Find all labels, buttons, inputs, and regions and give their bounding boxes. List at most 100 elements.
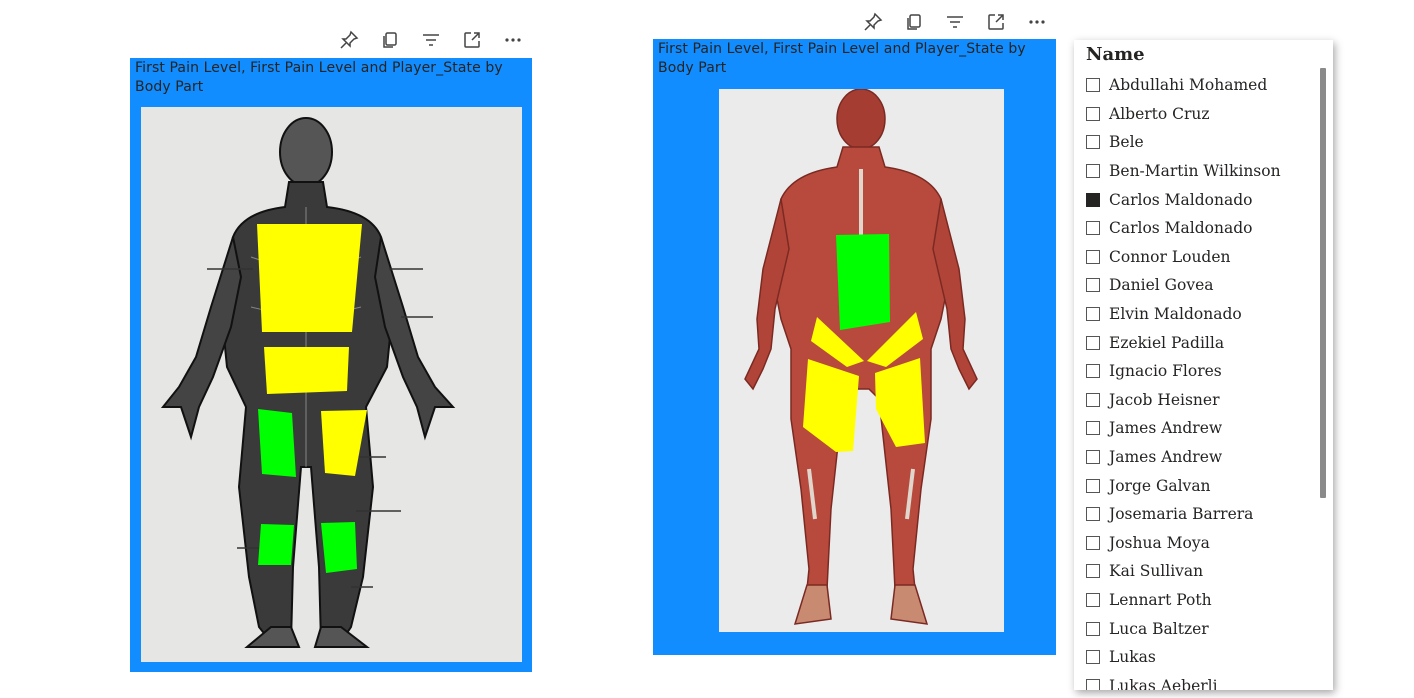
checkbox-checked[interactable] (1086, 192, 1100, 207)
slicer-item-label: Carlos Maldonado (1109, 219, 1253, 238)
slicer-item-label: Abdullahi Mohamed (1109, 76, 1268, 95)
slicer-item[interactable]: Josemaria Barrera (1086, 500, 1333, 529)
slicer-item-label: Lukas (1109, 648, 1156, 667)
checkbox[interactable] (1086, 278, 1100, 293)
copy-visual-button[interactable] (369, 26, 410, 54)
slicer-item-label: Carlos Maldonado (1109, 190, 1253, 209)
more-options-button[interactable] (1016, 8, 1057, 36)
checkbox[interactable] (1086, 678, 1100, 690)
checkbox[interactable] (1086, 364, 1100, 379)
focus-mode-icon (987, 14, 1004, 30)
filter-visual-button[interactable] (934, 8, 975, 36)
slicer-title: Name (1086, 44, 1145, 65)
body-back-image (141, 107, 522, 662)
checkbox[interactable] (1086, 564, 1100, 579)
slicer-item[interactable]: Carlos Maldonado (1086, 185, 1333, 214)
slicer-item-label: Lukas Aeberli (1109, 676, 1218, 690)
visual-title: First Pain Level, First Pain Level and P… (658, 41, 1026, 76)
name-slicer[interactable]: Name Abdullahi Mohamed Alberto Cruz Bele Be… (1074, 40, 1333, 690)
region-left-hamstring (258, 409, 296, 477)
slicer-item[interactable]: Ignacio Flores (1086, 357, 1333, 386)
slicer-item[interactable]: Daniel Govea (1086, 271, 1333, 300)
slicer-item[interactable]: Kai Sullivan (1086, 557, 1333, 586)
focus-mode-button[interactable] (975, 8, 1016, 36)
slicer-item[interactable]: Luca Baltzer (1086, 614, 1333, 643)
region-left-calf (258, 524, 294, 565)
filter-icon (946, 16, 963, 28)
checkbox[interactable] (1086, 78, 1100, 93)
slicer-item-label: Ignacio Flores (1109, 362, 1222, 381)
body-map-visual-back[interactable]: First Pain Level, First Pain Level and P… (130, 58, 532, 672)
slicer-item[interactable]: Ben-Martin Wilkinson (1086, 157, 1333, 186)
slicer-item[interactable]: Carlos Maldonado (1086, 214, 1333, 243)
pin-icon (863, 12, 882, 31)
slicer-item-label: Jorge Galvan (1109, 476, 1211, 495)
checkbox[interactable] (1086, 650, 1100, 665)
slicer-item[interactable]: Jorge Galvan (1086, 471, 1333, 500)
slicer-item[interactable]: Connor Louden (1086, 243, 1333, 272)
slicer-item[interactable]: Ezekiel Padilla (1086, 328, 1333, 357)
slicer-item[interactable]: Elvin Maldonado (1086, 300, 1333, 329)
slicer-item[interactable]: Lukas (1086, 643, 1333, 672)
slicer-item-label: Ben-Martin Wilkinson (1109, 162, 1281, 181)
slicer-item[interactable]: James Andrew (1086, 443, 1333, 472)
slicer-item[interactable]: James Andrew (1086, 414, 1333, 443)
slicer-item[interactable]: Alberto Cruz (1086, 100, 1333, 129)
body-front-image (719, 89, 1004, 632)
visual-header-right (852, 8, 1057, 36)
head-shape (836, 89, 886, 150)
checkbox[interactable] (1086, 535, 1100, 550)
checkbox[interactable] (1086, 307, 1100, 322)
checkbox[interactable] (1086, 106, 1100, 121)
slicer-item-label: Kai Sullivan (1109, 562, 1204, 581)
checkbox[interactable] (1086, 249, 1100, 264)
more-options-icon (1028, 20, 1045, 24)
filter-visual-button[interactable] (410, 26, 451, 54)
body-map-visual-front[interactable]: First Pain Level, First Pain Level and P… (653, 39, 1056, 655)
slicer-item-label: Daniel Govea (1109, 276, 1214, 295)
focus-mode-button[interactable] (451, 26, 492, 54)
slicer-item[interactable]: Abdullahi Mohamed (1086, 71, 1333, 100)
slicer-item[interactable]: Lennart Poth (1086, 586, 1333, 615)
slicer-item[interactable]: Lukas Aeberli (1086, 671, 1333, 690)
slicer-item-label: Jacob Heisner (1109, 390, 1220, 409)
slicer-item-label: James Andrew (1109, 419, 1223, 438)
checkbox[interactable] (1086, 221, 1100, 236)
region-abdomen (836, 234, 890, 330)
right-foot-shape (890, 584, 929, 625)
checkbox[interactable] (1086, 421, 1100, 436)
slicer-item[interactable]: Jacob Heisner (1086, 386, 1333, 415)
more-options-icon (504, 38, 521, 42)
slicer-item[interactable]: Joshua Moya (1086, 529, 1333, 558)
checkbox[interactable] (1086, 507, 1100, 522)
slicer-item-label: Josemaria Barrera (1109, 505, 1254, 524)
checkbox[interactable] (1086, 621, 1100, 636)
copy-visual-button[interactable] (893, 8, 934, 36)
right-foot-shape (313, 626, 370, 648)
pin-visual-button[interactable] (328, 26, 369, 54)
slicer-item-label: Bele (1109, 133, 1144, 152)
pin-icon (339, 30, 358, 49)
slicer-list[interactable]: Abdullahi Mohamed Alberto Cruz Bele Ben-Mar… (1086, 71, 1333, 690)
slicer-item-label: Alberto Cruz (1109, 104, 1210, 123)
focus-mode-icon (463, 32, 480, 48)
slicer-item-label: Elvin Maldonado (1109, 305, 1242, 324)
visual-header-left (328, 26, 533, 54)
checkbox[interactable] (1086, 478, 1100, 493)
copy-icon (382, 32, 397, 48)
slicer-item-label: Luca Baltzer (1109, 619, 1209, 638)
more-options-button[interactable] (492, 26, 533, 54)
checkbox[interactable] (1086, 135, 1100, 150)
slicer-scrollbar[interactable] (1320, 68, 1326, 498)
checkbox[interactable] (1086, 592, 1100, 607)
copy-icon (906, 14, 921, 30)
slicer-item-label: Joshua Moya (1109, 533, 1210, 552)
left-foot-shape (244, 626, 301, 648)
left-foot-shape (793, 584, 832, 625)
checkbox[interactable] (1086, 450, 1100, 465)
pin-visual-button[interactable] (852, 8, 893, 36)
checkbox[interactable] (1086, 335, 1100, 350)
checkbox[interactable] (1086, 164, 1100, 179)
slicer-item[interactable]: Bele (1086, 128, 1333, 157)
checkbox[interactable] (1086, 392, 1100, 407)
